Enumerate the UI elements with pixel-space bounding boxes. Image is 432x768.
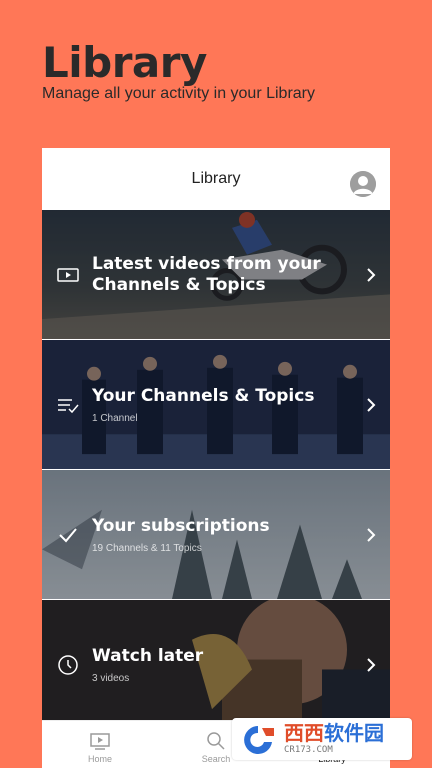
row-channels-topics[interactable]: Your Channels & Topics 1 Channel [42, 340, 390, 470]
row-latest-videos[interactable]: Latest videos from your Channels & Topic… [42, 210, 390, 340]
row-watch-later[interactable]: Watch later 3 videos [42, 600, 390, 730]
row-title: Your Channels & Topics [92, 385, 315, 406]
avatar-icon[interactable] [350, 171, 376, 197]
watermark-url: CR173.COM [284, 745, 333, 755]
clock-icon [58, 654, 78, 675]
row-subscriptions[interactable]: Your subscriptions 19 Channels & 11 Topi… [42, 470, 390, 600]
promo-title: Library [42, 38, 207, 87]
watermark-brand-red: 西西 [284, 721, 324, 745]
chevron-right-icon [367, 267, 376, 282]
row-subtitle: 3 videos [92, 672, 130, 684]
tv-icon [90, 733, 110, 750]
row-subtitle: 19 Channels & 11 Topics [92, 542, 202, 554]
row-subtitle: 1 Channel [92, 412, 138, 424]
app-header: Library [42, 148, 390, 210]
playlist-check-icon [58, 398, 79, 413]
watermark-brand-blue: 软件园 [324, 721, 384, 745]
search-icon [207, 732, 225, 750]
promo-subtitle: Manage all your activity in your Library [42, 85, 316, 102]
header-title: Library [191, 170, 241, 187]
chevron-right-icon [367, 657, 376, 672]
check-icon [59, 527, 77, 542]
row-title: Latest videos from your Channels & Topic… [92, 253, 321, 295]
watermark-badge: 西西软件园 CR173.COM [232, 718, 412, 760]
chevron-right-icon [367, 397, 376, 412]
nav-label: Search [201, 754, 231, 764]
nav-label: Home [87, 754, 112, 764]
phone-screen: Library Latest videos from your Channels… [42, 148, 390, 768]
watermark-logo-icon [244, 726, 274, 754]
play-box-icon [57, 267, 79, 282]
row-title: Watch later [92, 645, 204, 666]
chevron-right-icon [367, 527, 376, 542]
row-title: Your subscriptions [92, 515, 270, 536]
nav-home[interactable]: Home [42, 721, 158, 768]
